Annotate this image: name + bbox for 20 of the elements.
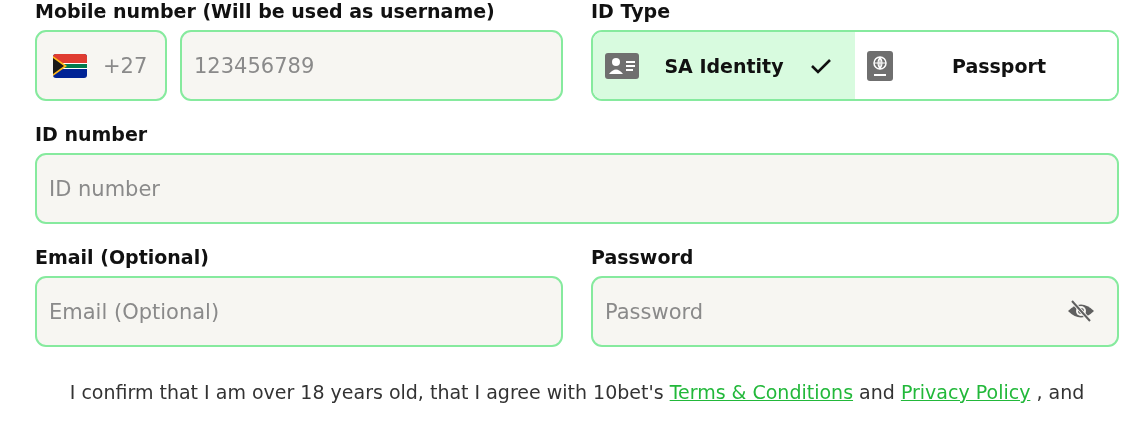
- field-label: Password: [591, 246, 695, 268]
- hide-password-icon[interactable]: [1067, 300, 1095, 322]
- flag-icon: [53, 53, 87, 78]
- mobile-number-field[interactable]: 123456789: [180, 30, 563, 101]
- country-code-select[interactable]: +27: [35, 30, 167, 101]
- id-number-field[interactable]: ID number: [35, 153, 1119, 224]
- email-field[interactable]: Email (Optional): [35, 276, 563, 347]
- id-card-icon: [605, 52, 639, 79]
- field-label: ID Type: [591, 0, 672, 22]
- consent-text: , and: [1036, 381, 1085, 403]
- field-label: ID number: [35, 123, 149, 145]
- consent-text: and: [859, 381, 895, 403]
- field-label: Email (Optional): [35, 246, 210, 268]
- password-field[interactable]: Password: [591, 276, 1119, 347]
- consent-link[interactable]: Terms & Conditions: [669, 381, 854, 403]
- field-label: Mobile number (Will be used as username): [35, 0, 496, 22]
- consent-text: I confirm that I am over 18 years old, that I agree with 10bet's: [69, 381, 664, 403]
- id-type-option[interactable]: SA Identity: [593, 32, 855, 99]
- consent-link[interactable]: Privacy Policy: [900, 381, 1031, 403]
- passport-icon: [867, 50, 893, 81]
